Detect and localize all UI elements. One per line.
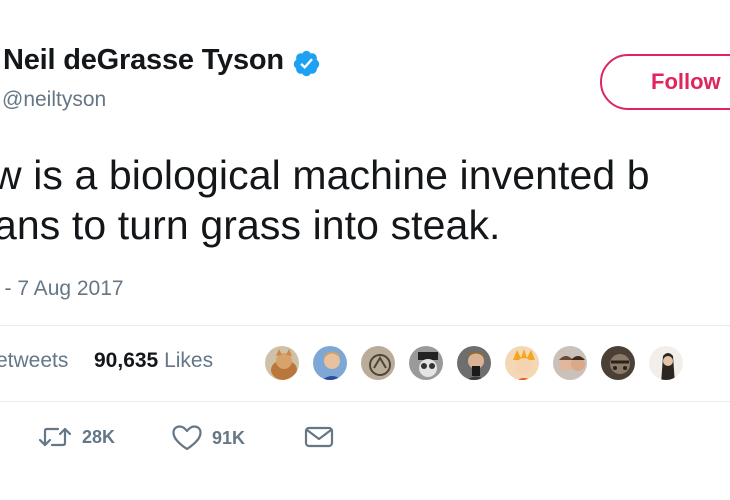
divider: [0, 325, 730, 326]
avatar-2[interactable]: [311, 344, 349, 382]
retweets-label: etweets: [0, 349, 69, 372]
retweets-stat[interactable]: etweets: [0, 349, 68, 373]
heart-icon: [172, 425, 202, 451]
likes-stat[interactable]: 90,635 Likes: [94, 349, 213, 373]
avatar-6[interactable]: [503, 344, 541, 382]
liker-avatars: [263, 344, 693, 384]
retweet-action[interactable]: 28K: [38, 425, 115, 449]
likes-label: Likes: [164, 349, 214, 372]
avatar-4[interactable]: [407, 344, 445, 382]
direct-message-action[interactable]: [304, 425, 334, 449]
author-name[interactable]: Neil deGrasse Tyson: [3, 44, 284, 77]
verified-badge-icon: [293, 50, 320, 77]
avatar-7[interactable]: [551, 344, 589, 382]
avatar-9[interactable]: [647, 344, 685, 382]
avatar-3[interactable]: [359, 344, 397, 382]
divider: [0, 401, 730, 402]
retweet-icon: [38, 427, 72, 447]
author-handle[interactable]: @neiltyson: [2, 88, 106, 112]
like-count: 91K: [212, 427, 246, 448]
avatar-8[interactable]: [599, 344, 637, 382]
tweet-text-line-1: w is a biological machine invented b: [0, 152, 650, 198]
tweet-text-line-2: ans to turn grass into steak.: [0, 202, 501, 248]
envelope-icon: [304, 426, 334, 448]
follow-button[interactable]: Follow: [600, 54, 730, 110]
tweet-timestamp[interactable]: l - 7 Aug 2017: [0, 277, 124, 301]
retweet-count: 28K: [82, 426, 116, 447]
avatar-5[interactable]: [455, 344, 493, 382]
follow-button-label: Follow: [651, 69, 721, 94]
like-action[interactable]: 91K: [172, 425, 245, 451]
avatar-1[interactable]: [263, 344, 301, 382]
likes-count: 90,635: [94, 349, 159, 372]
